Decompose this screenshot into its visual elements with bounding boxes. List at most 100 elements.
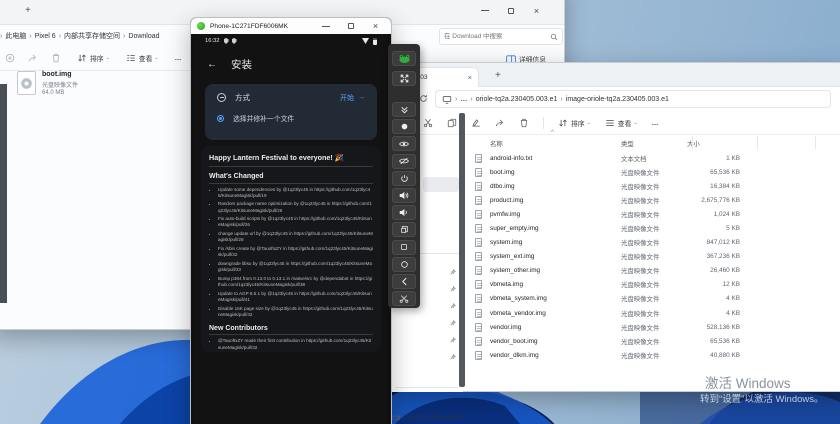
file-type: 光盘映像文件 — [42, 82, 79, 89]
app-green-icon — [197, 22, 205, 30]
file-size: 1 KB — [726, 154, 740, 162]
patch-file-option[interactable]: 选择并修补一个文件 — [233, 113, 294, 123]
breadcrumb-pixel6[interactable]: Pixel 6 — [35, 33, 56, 40]
file-icon — [475, 224, 482, 234]
maximize-button[interactable] — [505, 5, 516, 16]
breadcrumb-internal-storage[interactable]: 内部共享存储空间 — [64, 31, 120, 41]
nav-pane-scrollbar[interactable] — [459, 113, 465, 387]
table-row[interactable]: boot.img 光盘映像文件 65,536 KB — [473, 165, 840, 179]
breadcrumb-ellipsis[interactable]: … — [460, 96, 467, 103]
sort-button[interactable]: 排序 ⌄ — [558, 118, 591, 128]
fullscreen-button[interactable] — [392, 71, 416, 86]
address-pill[interactable]: › … › oriole-tq2a.230405.003.e1 › image-… — [435, 90, 831, 108]
table-row[interactable]: vbmeta.img 光盘映像文件 12 KB — [473, 278, 840, 292]
delete-icon[interactable] — [51, 53, 61, 63]
table-row[interactable]: vbmeta_system.img 光盘映像文件 4 KB — [473, 292, 840, 306]
eye-off-icon — [399, 157, 409, 165]
nav-selected-item[interactable] — [423, 177, 459, 192]
column-type[interactable]: 类型 — [621, 139, 687, 148]
eye-icon — [399, 140, 409, 148]
share-icon[interactable] — [28, 53, 38, 63]
file-list: android-info.txt 文本文档 1 KB boot.img 光盘映像… — [473, 151, 840, 362]
boot-img-tile[interactable]: boot.img 光盘映像文件 64.0 MB — [17, 71, 177, 105]
table-row[interactable]: vendor_dlkm.img 光盘映像文件 40,880 KB — [473, 348, 840, 362]
table-row[interactable]: product.img 光盘映像文件 2,675,776 KB — [473, 193, 840, 207]
breadcrumb-folder[interactable]: oriole-tq2a.230405.003.e1 — [476, 96, 558, 103]
phone-screen[interactable]: 16:32 ← 安装 方式 开始 → 选择并修补一个文件 Happy Lante… — [195, 34, 387, 424]
android-status-bar: 16:32 — [195, 34, 387, 48]
refresh-icon[interactable] — [419, 94, 428, 103]
breadcrumb-this-pc[interactable]: 此电脑 — [5, 31, 26, 41]
home-button[interactable] — [392, 256, 416, 272]
column-size[interactable]: 大小 — [687, 139, 744, 148]
drive-label: (D:) CCCOMA_X64FR — [403, 414, 462, 421]
frog-icon — [398, 54, 411, 63]
view-button[interactable]: 查看 ⌄ — [126, 53, 159, 63]
app-switch-button[interactable] — [392, 222, 416, 238]
table-row[interactable]: vendor_boot.img 光盘映像文件 65,536 KB — [473, 334, 840, 348]
menu-button[interactable] — [392, 239, 416, 255]
file-size: 528,136 KB — [706, 323, 740, 331]
maximize-button[interactable] — [345, 21, 356, 32]
start-button[interactable]: 开始 → — [340, 93, 365, 103]
changelog-card[interactable]: Happy Lantern Festival to everyone! 🎉 Wh… — [201, 146, 381, 352]
more-button[interactable]: … — [652, 120, 660, 127]
back-button[interactable] — [392, 274, 416, 289]
power-button[interactable] — [392, 170, 416, 186]
rename-icon[interactable] — [471, 118, 481, 128]
radio-selected-icon[interactable] — [217, 114, 224, 122]
column-divider[interactable] — [692, 136, 693, 149]
breadcrumb-image-folder[interactable]: image-oriole-tq2a.230405.003.e1 — [566, 96, 669, 103]
file-type: 光盘映像文件 — [621, 169, 660, 177]
file-icon — [475, 266, 482, 276]
table-row[interactable]: android-info.txt 文本文档 1 KB — [473, 151, 840, 165]
table-row[interactable]: dtbo.img 光盘映像文件 16,384 KB — [473, 179, 840, 193]
table-row[interactable]: system.img 光盘映像文件 847,012 KB — [473, 236, 840, 250]
new-tab-button[interactable]: + — [495, 71, 501, 81]
sort-button[interactable]: 排序 ⌄ — [77, 53, 110, 63]
minimize-button[interactable] — [320, 21, 331, 32]
share-icon[interactable] — [495, 118, 505, 128]
phone-title-bar[interactable]: Phone-1C271FDF6006MK × — [191, 18, 391, 34]
more-button[interactable]: … — [175, 55, 183, 62]
new-tab-button[interactable]: + — [25, 5, 31, 16]
column-divider[interactable] — [757, 136, 758, 149]
file-size: 26,460 KB — [710, 267, 740, 275]
volume-down-icon — [399, 208, 409, 217]
tab-close-icon[interactable]: × — [468, 73, 472, 82]
volume-down-button[interactable] — [392, 205, 416, 221]
column-divider[interactable] — [815, 136, 816, 149]
changelog-item: Update to AGP 8.5.1 by @1q23lyc45 in htt… — [218, 291, 373, 303]
close-button[interactable]: × — [531, 5, 542, 16]
copy-icon[interactable] — [447, 118, 457, 128]
scissors-button[interactable] — [392, 291, 416, 307]
search-input[interactable] — [440, 33, 550, 40]
minimize-button[interactable] — [479, 5, 490, 16]
file-type: 光盘映像文件 — [621, 352, 660, 360]
search-box[interactable] — [439, 28, 563, 45]
delete-icon[interactable] — [519, 118, 529, 128]
screen-off-button[interactable] — [392, 153, 416, 169]
changelog-item: Random package name optimization by @1q2… — [218, 201, 373, 213]
nav-drive-item[interactable]: (D:) CCCOMA_X64FR — [392, 414, 461, 421]
table-row[interactable]: vendor.img 光盘映像文件 528,136 KB — [473, 320, 840, 334]
table-row[interactable]: vbmeta_vendor.img 光盘映像文件 4 KB — [473, 306, 840, 320]
new-item-icon[interactable] — [5, 53, 15, 63]
breadcrumb-download[interactable]: Download — [128, 33, 159, 40]
view-button[interactable]: 查看 ⌄ — [605, 118, 638, 128]
table-row[interactable]: super_empty.img 光盘映像文件 5 KB — [473, 221, 840, 235]
phone-mirror-window: Phone-1C271FDF6006MK × 16:32 ← 安装 方式 开始 … — [190, 17, 392, 424]
table-row[interactable]: pvmfw.img 光盘映像文件 1,024 KB — [473, 207, 840, 221]
cut-icon[interactable] — [423, 118, 433, 128]
collapse-button[interactable] — [392, 102, 416, 117]
table-row[interactable]: system_other.img 光盘映像文件 26,460 KB — [473, 264, 840, 278]
volume-up-button[interactable] — [392, 188, 416, 203]
screen-on-button[interactable] — [392, 136, 416, 152]
close-button[interactable]: × — [370, 21, 381, 32]
table-row[interactable]: system_ext.img 光盘映像文件 367,236 KB — [473, 250, 840, 264]
file-name: product.img — [490, 196, 524, 204]
app-logo-button[interactable] — [392, 51, 416, 66]
column-name[interactable]: 名称 — [486, 139, 621, 148]
back-arrow-icon[interactable]: ← — [207, 59, 217, 70]
screenshot-button[interactable] — [392, 119, 416, 135]
